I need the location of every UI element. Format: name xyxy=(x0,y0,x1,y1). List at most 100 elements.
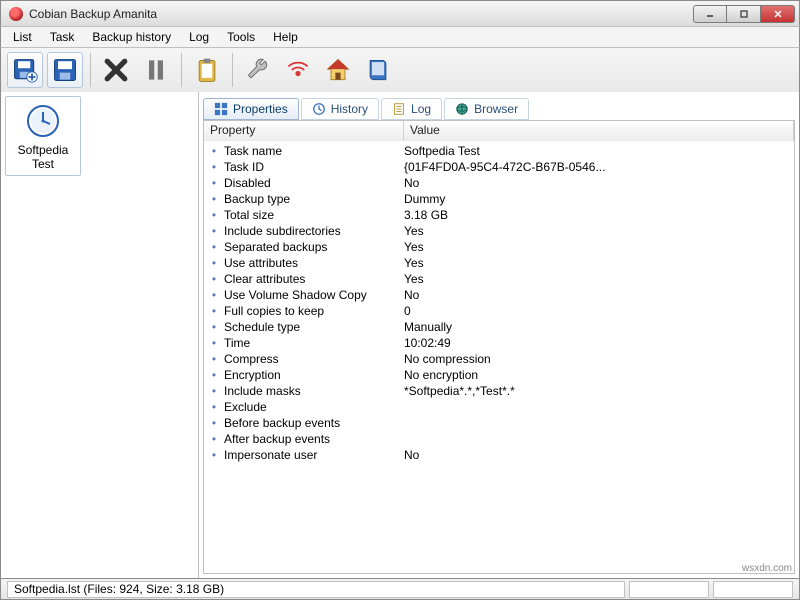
property-label: Use attributes xyxy=(224,256,404,270)
column-property[interactable]: Property xyxy=(204,121,404,141)
property-row[interactable]: •EncryptionNo encryption xyxy=(204,367,794,383)
pause-icon xyxy=(142,56,170,84)
property-row[interactable]: •Full copies to keep0 xyxy=(204,303,794,319)
property-label: Encryption xyxy=(224,368,404,382)
property-label: Backup type xyxy=(224,192,404,206)
clock-icon xyxy=(25,103,61,139)
property-row[interactable]: •Schedule typeManually xyxy=(204,319,794,335)
tab-browser-label: Browser xyxy=(474,102,518,116)
property-row[interactable]: •After backup events xyxy=(204,431,794,447)
toolbar xyxy=(0,48,800,92)
pause-button[interactable] xyxy=(138,52,174,88)
x-icon xyxy=(102,56,130,84)
property-row[interactable]: •Before backup events xyxy=(204,415,794,431)
status-bar: Softpedia.lst (Files: 924, Size: 3.18 GB… xyxy=(0,578,800,600)
floppy-plus-icon xyxy=(11,56,39,84)
property-label: Task ID xyxy=(224,160,404,174)
bullet-icon: • xyxy=(204,400,224,414)
floppy-icon xyxy=(51,56,79,84)
property-label: Include subdirectories xyxy=(224,224,404,238)
save-button[interactable] xyxy=(47,52,83,88)
property-row[interactable]: •Use Volume Shadow CopyNo xyxy=(204,287,794,303)
status-text: Softpedia.lst (Files: 924, Size: 3.18 GB… xyxy=(7,581,625,598)
tab-log-label: Log xyxy=(411,102,431,116)
bullet-icon: • xyxy=(204,176,224,190)
property-value: No encryption xyxy=(404,368,794,382)
home-button[interactable] xyxy=(320,52,356,88)
property-row[interactable]: •Time10:02:49 xyxy=(204,335,794,351)
bullet-icon: • xyxy=(204,448,224,462)
property-value: {01F4FD0A-95C4-472C-B67B-0546... xyxy=(404,160,794,174)
property-value: No xyxy=(404,288,794,302)
menu-log[interactable]: Log xyxy=(181,28,217,46)
bullet-icon: • xyxy=(204,352,224,366)
property-row[interactable]: •Impersonate userNo xyxy=(204,447,794,463)
close-button[interactable] xyxy=(761,5,795,23)
property-value xyxy=(404,432,794,446)
tab-history[interactable]: History xyxy=(301,98,379,120)
property-row[interactable]: •Total size3.18 GB xyxy=(204,207,794,223)
bullet-icon: • xyxy=(204,288,224,302)
menu-list[interactable]: List xyxy=(5,28,40,46)
property-row[interactable]: •Backup typeDummy xyxy=(204,191,794,207)
window-titlebar: Cobian Backup Amanita xyxy=(0,0,800,26)
property-value: 3.18 GB xyxy=(404,208,794,222)
grid-header: Property Value xyxy=(204,121,794,141)
property-value: No xyxy=(404,448,794,462)
menu-task[interactable]: Task xyxy=(42,28,83,46)
maximize-button[interactable] xyxy=(727,5,761,23)
settings-button[interactable] xyxy=(240,52,276,88)
property-value: Yes xyxy=(404,272,794,286)
clipboard-icon xyxy=(193,56,221,84)
property-label: Before backup events xyxy=(224,416,404,430)
property-label: Include masks xyxy=(224,384,404,398)
property-row[interactable]: •Exclude xyxy=(204,399,794,415)
property-row[interactable]: •CompressNo compression xyxy=(204,351,794,367)
grid-rows[interactable]: •Task nameSoftpedia Test•Task ID{01F4FD0… xyxy=(204,141,794,573)
task-list-sidebar[interactable]: Softpedia Test xyxy=(1,92,199,578)
bullet-icon: • xyxy=(204,432,224,446)
tab-properties[interactable]: Properties xyxy=(203,98,299,120)
bullet-icon: • xyxy=(204,208,224,222)
home-icon xyxy=(324,56,352,84)
menu-help[interactable]: Help xyxy=(265,28,306,46)
property-row[interactable]: •Task nameSoftpedia Test xyxy=(204,143,794,159)
property-row[interactable]: •Include masks*Softpedia*.*,*Test*.* xyxy=(204,383,794,399)
property-row[interactable]: •Task ID{01F4FD0A-95C4-472C-B67B-0546... xyxy=(204,159,794,175)
property-label: Task name xyxy=(224,144,404,158)
menu-tools[interactable]: Tools xyxy=(219,28,263,46)
tab-browser[interactable]: Browser xyxy=(444,98,529,120)
bullet-icon: • xyxy=(204,160,224,174)
wrench-icon xyxy=(244,56,272,84)
tab-strip: Properties History Log Browser xyxy=(199,92,799,120)
property-value: Manually xyxy=(404,320,794,334)
tab-log[interactable]: Log xyxy=(381,98,442,120)
clipboard-button[interactable] xyxy=(189,52,225,88)
help-button[interactable] xyxy=(360,52,396,88)
task-item[interactable]: Softpedia Test xyxy=(5,96,81,176)
menu-bar: List Task Backup history Log Tools Help xyxy=(0,26,800,48)
property-label: Disabled xyxy=(224,176,404,190)
new-task-button[interactable] xyxy=(7,52,43,88)
bullet-icon: • xyxy=(204,256,224,270)
column-value[interactable]: Value xyxy=(404,121,794,141)
property-row[interactable]: •Use attributesYes xyxy=(204,255,794,271)
bullet-icon: • xyxy=(204,304,224,318)
menu-backup-history[interactable]: Backup history xyxy=(84,28,179,46)
property-row[interactable]: •Separated backupsYes xyxy=(204,239,794,255)
property-value: Yes xyxy=(404,256,794,270)
minimize-button[interactable] xyxy=(693,5,727,23)
app-icon xyxy=(9,7,23,21)
network-button[interactable] xyxy=(280,52,316,88)
delete-button[interactable] xyxy=(98,52,134,88)
property-value: Dummy xyxy=(404,192,794,206)
bullet-icon: • xyxy=(204,240,224,254)
property-label: Time xyxy=(224,336,404,350)
property-label: Use Volume Shadow Copy xyxy=(224,288,404,302)
property-value: No xyxy=(404,176,794,190)
bullet-icon: • xyxy=(204,320,224,334)
toolbar-separator xyxy=(232,53,233,87)
property-row[interactable]: •DisabledNo xyxy=(204,175,794,191)
property-row[interactable]: •Clear attributesYes xyxy=(204,271,794,287)
property-row[interactable]: •Include subdirectoriesYes xyxy=(204,223,794,239)
